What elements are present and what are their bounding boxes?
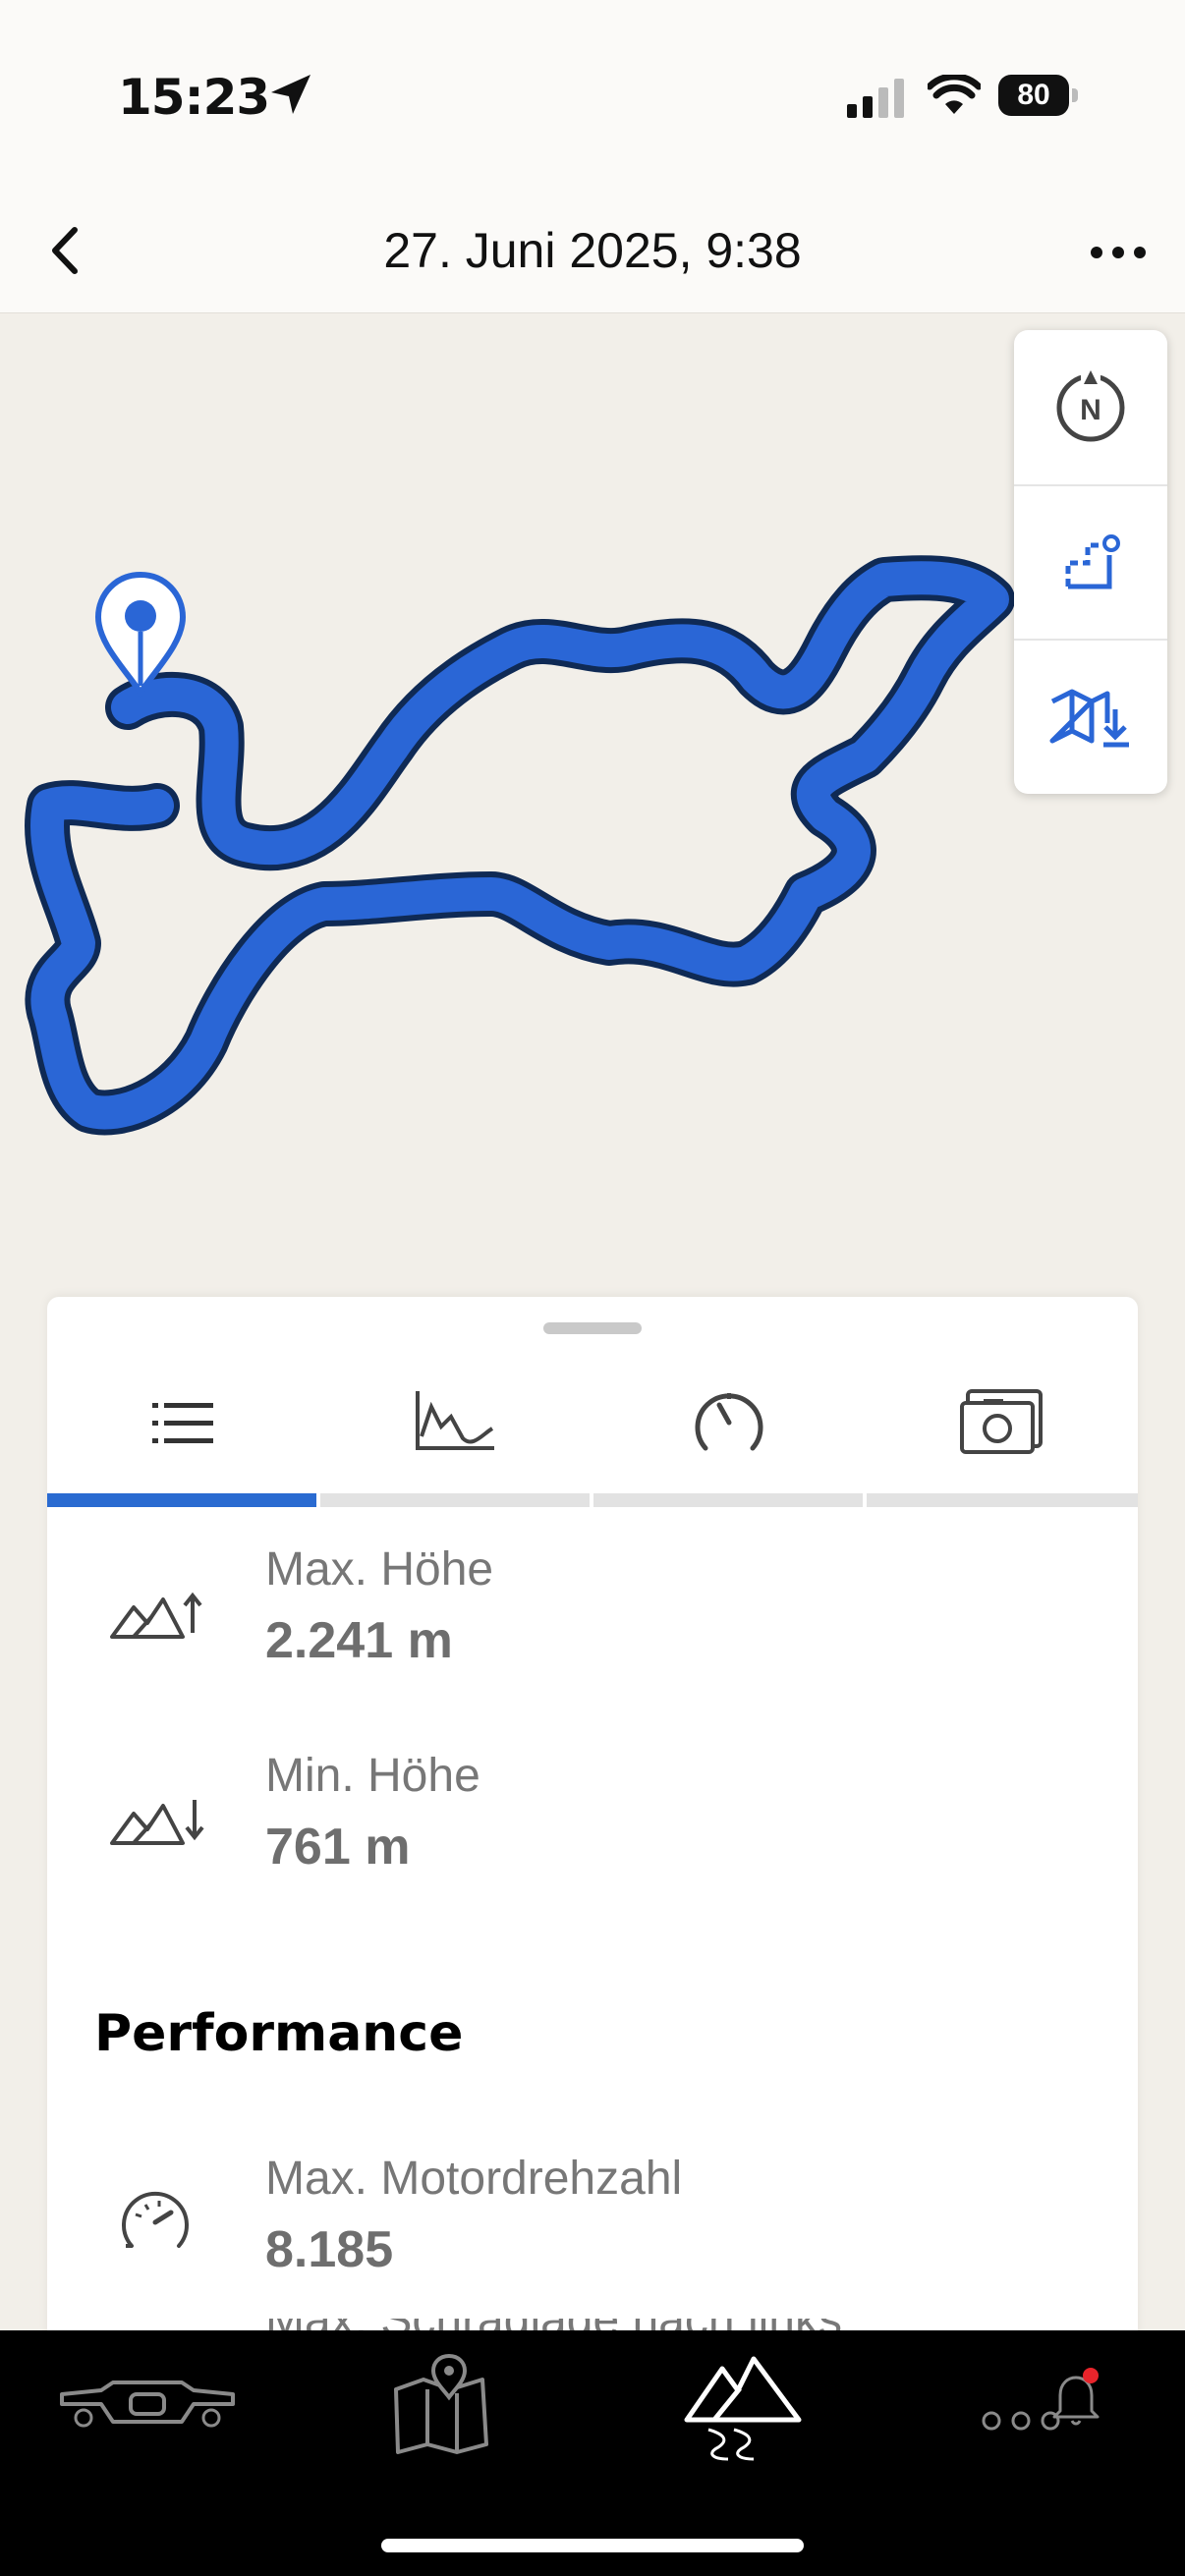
section-title-performance: Performance xyxy=(94,2004,464,2063)
offline-map-download-icon xyxy=(1049,689,1129,747)
tab-summary[interactable] xyxy=(47,1366,318,1493)
tab-elevation[interactable] xyxy=(320,1366,592,1493)
speedometer-icon xyxy=(695,1393,763,1451)
tab-indicator xyxy=(320,1493,590,1507)
stat-max-rpm: Max. Motordrehzahl 8.185 xyxy=(47,2142,1138,2299)
mountains-road-icon xyxy=(684,2356,802,2461)
offline-map-button[interactable] xyxy=(1014,639,1167,795)
ellipsis-dot xyxy=(1134,247,1146,258)
map-controls: N xyxy=(1014,330,1167,794)
route-line xyxy=(25,555,1015,1136)
stat-value: 8.185 xyxy=(265,2221,394,2278)
location-arrow-icon xyxy=(271,75,310,114)
motorcycle-cockpit-icon xyxy=(60,2380,235,2428)
stat-label: Max. Höhe xyxy=(265,1543,494,1596)
stat-label: Max. Motordrehzahl xyxy=(265,2153,683,2205)
fit-route-icon xyxy=(1065,533,1120,588)
stat-label: Min. Höhe xyxy=(265,1750,480,1802)
stat-max-altitude: Max. Höhe 2.241 m xyxy=(47,1533,1138,1690)
fit-route-button[interactable] xyxy=(1014,484,1167,641)
tab-indicator xyxy=(593,1493,863,1507)
tab-vehicle[interactable] xyxy=(39,2330,255,2478)
more-options-button[interactable] xyxy=(1081,221,1159,280)
ellipsis-dot xyxy=(1112,247,1124,258)
route-track xyxy=(25,555,1015,1136)
stat-value: 2.241 m xyxy=(265,1612,453,1669)
status-time: 15:23 xyxy=(118,69,270,126)
ellipsis-icon xyxy=(1091,247,1102,258)
rpm-gauge-icon xyxy=(122,2191,189,2248)
svg-text:N: N xyxy=(1080,394,1101,426)
tab-indicator-active xyxy=(47,1493,316,1507)
tab-trips[interactable] xyxy=(635,2330,851,2478)
list-icon xyxy=(152,1403,213,1443)
tab-indicator xyxy=(867,1493,1138,1507)
map-pin-icon xyxy=(394,2353,488,2454)
elevation-chart-icon xyxy=(416,1391,494,1450)
home-indicator xyxy=(381,2539,804,2552)
battery-level: 80 xyxy=(998,75,1069,116)
notification-badge xyxy=(1083,2368,1099,2383)
tab-more[interactable] xyxy=(973,2330,1110,2478)
camera-icon xyxy=(960,1389,1043,1454)
more-notifications-icon xyxy=(982,2368,1100,2431)
battery-indicator: 80 xyxy=(998,75,1079,116)
details-sheet: Max. Höhe 2.241 m Min. Höhe 761 m Perfor… xyxy=(47,1297,1138,2338)
sheet-grabber[interactable] xyxy=(543,1322,642,1334)
page-title: 27. Juni 2025, 9:38 xyxy=(383,223,802,278)
stat-min-altitude: Min. Höhe 761 m xyxy=(47,1739,1138,1896)
min-altitude-icon xyxy=(110,1800,204,1845)
compass-button[interactable]: N xyxy=(1014,330,1167,484)
stat-value: 761 m xyxy=(265,1819,411,1876)
tab-performance[interactable] xyxy=(593,1366,865,1493)
tab-photos[interactable] xyxy=(867,1366,1138,1493)
max-altitude-icon xyxy=(110,1592,202,1639)
wifi-icon xyxy=(928,75,981,114)
battery-cap xyxy=(1072,88,1078,102)
sheet-tabs xyxy=(47,1366,1138,1493)
tab-map[interactable] xyxy=(334,2330,550,2478)
cellular-signal-icon xyxy=(847,79,904,118)
compass-north-icon: N xyxy=(1056,369,1125,441)
